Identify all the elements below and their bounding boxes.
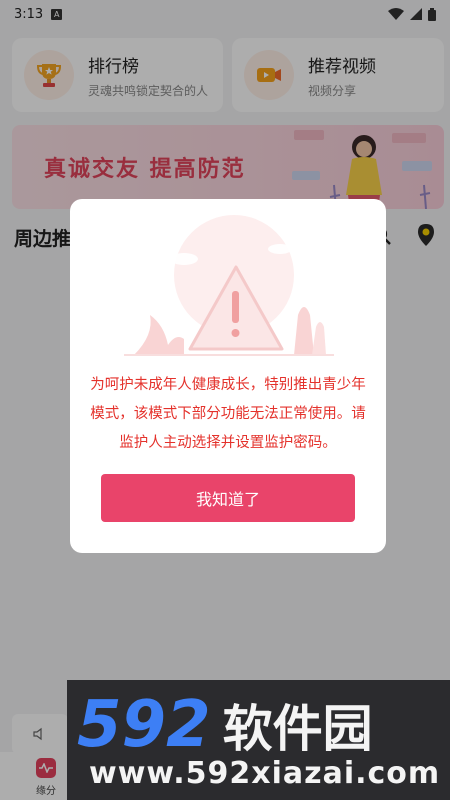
acknowledge-button[interactable]: 我知道了 <box>101 474 355 522</box>
site-watermark: 592 软件园 www.592xiazai.com <box>67 680 450 800</box>
youth-mode-dialog: 为呵护未成年人健康成长，特别推出青少年模式，该模式下部分功能无法正常使用。请监护… <box>70 199 386 553</box>
youth-mode-message: 为呵护未成年人健康成长，特别推出青少年模式，该模式下部分功能无法正常使用。请监护… <box>90 377 366 451</box>
watermark-url: www.592xiazai.com <box>89 756 441 791</box>
svg-text:592软件园: 592 软件园 <box>77 688 373 758</box>
watermark-logo: 592 软件园 <box>77 688 373 758</box>
warning-illustration <box>124 215 334 356</box>
